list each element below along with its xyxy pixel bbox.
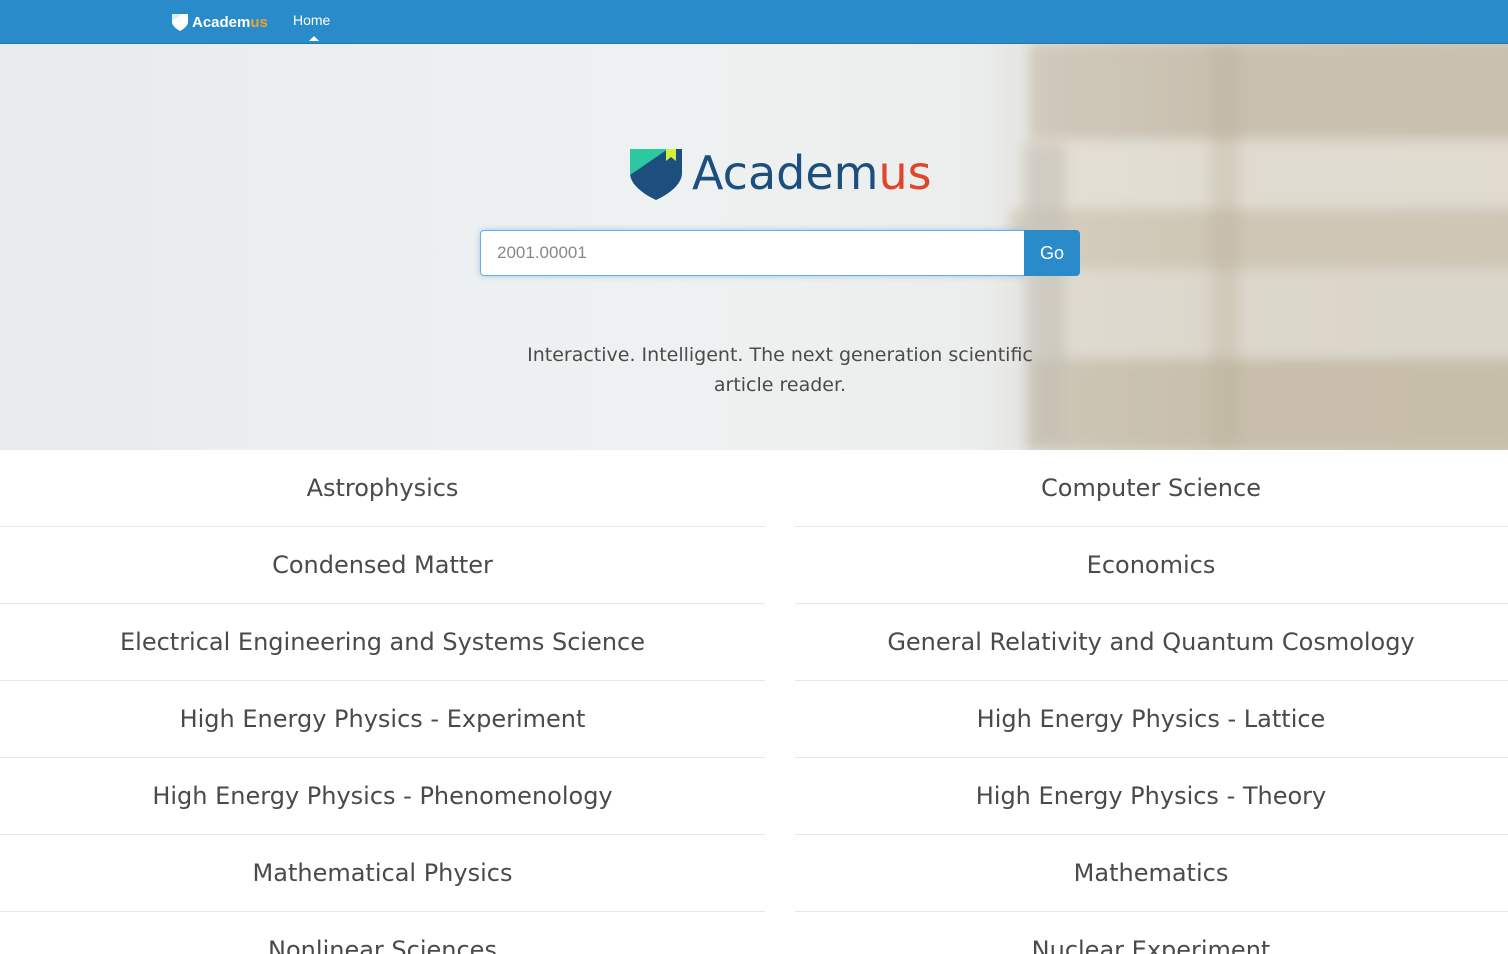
active-nav-indicator <box>309 36 319 41</box>
search-input[interactable] <box>480 230 1025 276</box>
category-link[interactable]: Mathematics <box>795 835 1508 912</box>
category-label: Computer Science <box>1041 474 1261 502</box>
category-label: Mathematics <box>1073 859 1229 887</box>
category-list: Astrophysics Condensed Matter Electrical… <box>0 450 1508 954</box>
tagline-line-2: article reader. <box>713 374 847 396</box>
category-link[interactable]: High Energy Physics - Theory <box>795 758 1508 835</box>
category-label: Economics <box>1086 551 1216 579</box>
nav-home-link[interactable]: Home <box>293 12 330 28</box>
category-label: Nuclear Experiment <box>1031 936 1271 954</box>
hero-logo-main: Academ <box>692 146 879 200</box>
category-link[interactable]: Computer Science <box>795 450 1508 527</box>
category-label: General Relativity and Quantum Cosmology <box>887 628 1415 656</box>
navbar-brand-link[interactable]: Academ us <box>170 11 268 33</box>
category-link[interactable]: Condensed Matter <box>0 527 765 604</box>
category-link[interactable]: High Energy Physics - Phenomenology <box>0 758 765 835</box>
category-link[interactable]: High Energy Physics - Lattice <box>795 681 1508 758</box>
category-link[interactable]: Economics <box>795 527 1508 604</box>
search-form: Go <box>480 230 1080 276</box>
top-navbar: Academ us Home <box>0 0 1508 44</box>
shield-logo-icon <box>172 14 188 31</box>
tagline-line-1: Interactive. Intelligent. The next gener… <box>527 344 1033 366</box>
category-link[interactable]: Nuclear Experiment <box>795 912 1508 954</box>
category-link[interactable]: High Energy Physics - Experiment <box>0 681 765 758</box>
shield-logo-icon <box>630 149 682 200</box>
category-link[interactable]: General Relativity and Quantum Cosmology <box>795 604 1508 681</box>
tagline: Interactive. Intelligent. The next gener… <box>500 340 1060 400</box>
navbar-brand-main: Academ <box>192 13 251 31</box>
category-link[interactable]: Nonlinear Sciences <box>0 912 765 954</box>
category-label: High Energy Physics - Lattice <box>976 705 1326 733</box>
category-link[interactable]: Mathematical Physics <box>0 835 765 912</box>
category-link[interactable]: Electrical Engineering and Systems Scien… <box>0 604 765 681</box>
hero-logo-accent: us <box>878 146 932 200</box>
category-link[interactable]: Astrophysics <box>0 450 765 527</box>
go-button[interactable]: Go <box>1024 230 1080 276</box>
hero-logo-text: Academus <box>692 146 932 200</box>
category-label: High Energy Physics - Theory <box>975 782 1327 810</box>
navbar-brand-accent: us <box>250 13 268 31</box>
hero-logo: Academus <box>628 144 932 202</box>
hero-section: Academus Go Interactive. Intelligent. Th… <box>0 44 1508 450</box>
